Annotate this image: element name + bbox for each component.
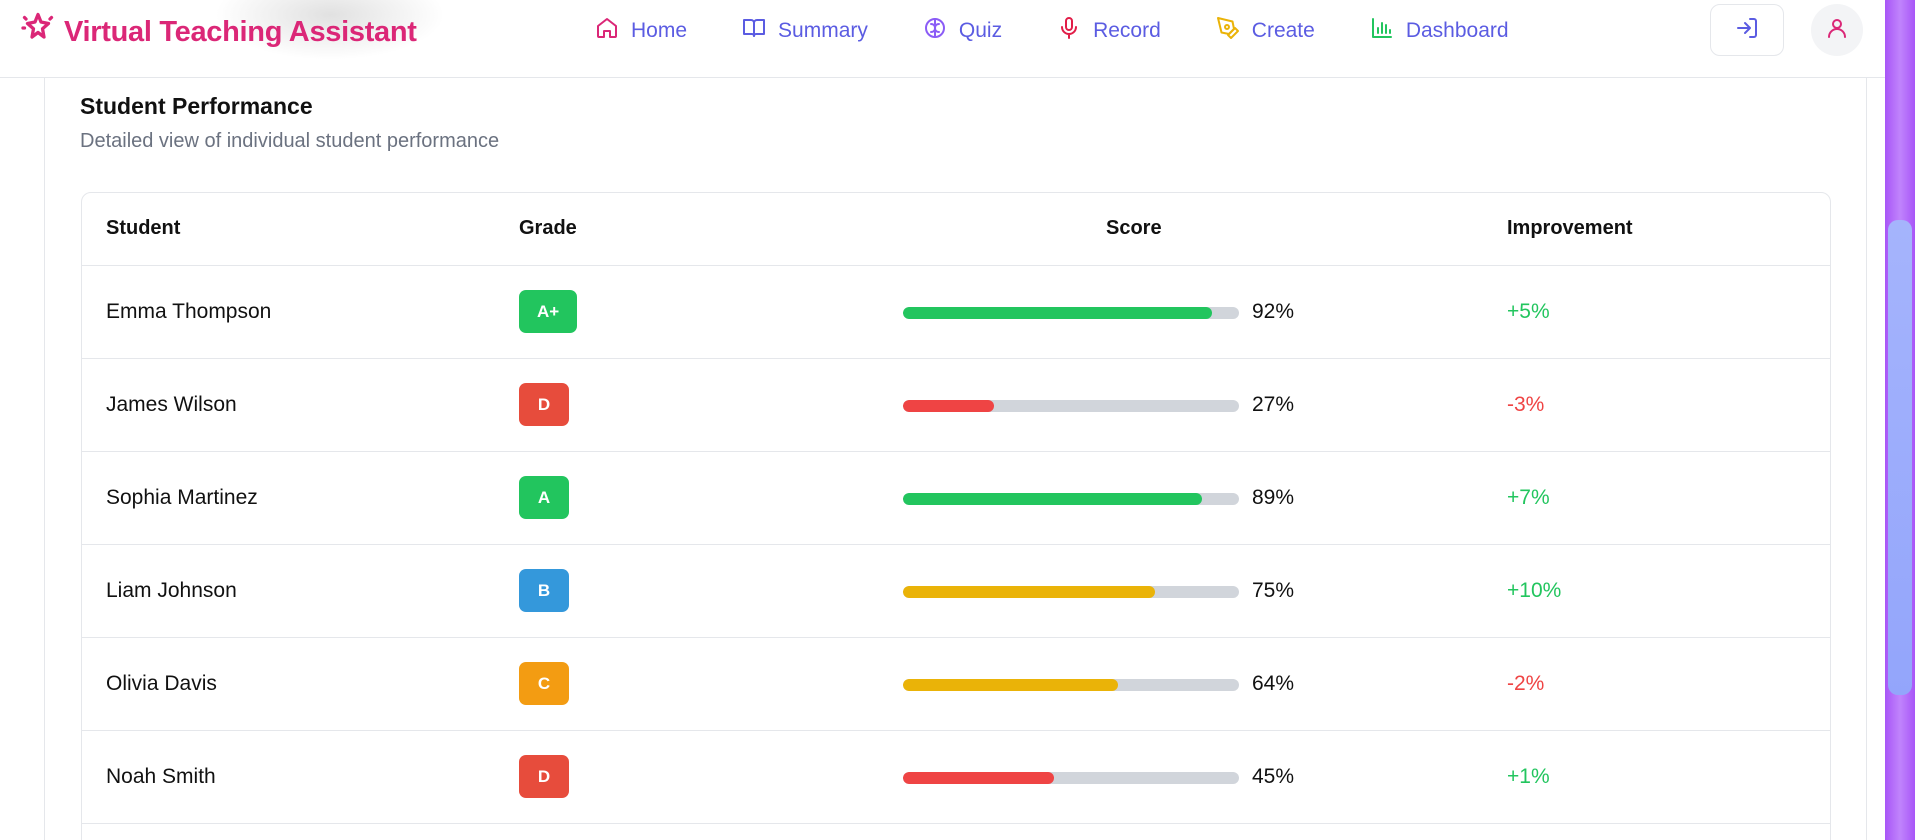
nav-create[interactable]: Create [1216,16,1315,46]
section-subtitle: Detailed view of individual student perf… [80,130,500,152]
score-bar-fill [903,586,1155,598]
grade-badge: D [519,755,569,798]
student-name: Olivia Davis [106,672,217,695]
score-percent: 75% [1252,579,1295,602]
sparkles-icon [20,10,56,54]
student-name: James Wilson [106,393,237,416]
score-bar-track [903,679,1239,691]
home-icon [595,16,619,46]
grade-badge: A+ [519,290,578,333]
score-percent: 45% [1252,765,1295,788]
table-row: Liam Johnson B 75% +10% [82,545,1830,638]
log-in-icon [1735,16,1759,45]
score-bar-fill [903,493,1203,505]
nav-dashboard[interactable]: Dashboard [1370,16,1509,46]
score-percent: 89% [1252,486,1295,509]
microphone-icon [1057,16,1081,46]
header-grade: Grade [519,217,577,239]
grade-badge: A [519,476,569,519]
pen-tool-icon [1216,16,1240,46]
bar-chart-icon [1370,16,1394,46]
score-bar-fill [903,400,994,412]
improvement-value: +7% [1507,486,1550,509]
book-open-icon [742,16,766,46]
main-nav: Home Summary Quiz Record Create Dashboar… [595,14,1509,48]
grade-badge: B [519,569,569,612]
score-percent: 64% [1252,672,1295,695]
table-row: Olivia Davis C 64% -2% [82,638,1830,731]
nav-create-label: Create [1251,19,1315,42]
score-bar-track [903,307,1239,319]
improvement-value: +5% [1507,300,1550,323]
header-score: Score [1106,217,1162,239]
student-name: Emma Thompson [106,300,272,323]
student-name: Noah Smith [106,765,216,788]
section-title: Student Performance [80,93,313,119]
nav-dashboard-label: Dashboard [1405,19,1509,42]
score-percent: 27% [1252,393,1295,416]
brain-icon [923,16,947,46]
grade-badge: C [519,662,569,705]
table-row: Sophia Martinez A 89% +7% [82,452,1830,545]
nav-quiz[interactable]: Quiz [923,16,1002,46]
login-button[interactable] [1710,4,1784,56]
improvement-value: +10% [1507,579,1562,602]
nav-record-label: Record [1093,19,1161,42]
nav-summary-label: Summary [778,19,868,42]
score-bar-fill [903,679,1119,691]
top-navigation-bar: Virtual Teaching Assistant Home Summary … [0,0,1885,78]
scrollbar-thumb[interactable] [1888,220,1912,695]
brand-logo-link[interactable]: Virtual Teaching Assistant [20,12,417,52]
nav-home[interactable]: Home [595,16,687,46]
improvement-value: -3% [1507,393,1545,416]
nav-home-label: Home [631,19,688,42]
nav-quiz-label: Quiz [958,19,1003,42]
header-improvement: Improvement [1507,217,1633,239]
user-profile-button[interactable] [1811,4,1863,56]
score-bar-track [903,400,1239,412]
nav-record[interactable]: Record [1057,16,1161,46]
user-icon [1825,16,1849,45]
table-row: Emma Thompson A+ 92% +5% [82,266,1830,359]
score-bar-track [903,772,1239,784]
student-name: Liam Johnson [106,579,237,602]
table-row: James Wilson D 27% -3% [82,359,1830,452]
table-header: Student Grade Score Improvement [82,193,1830,266]
table-row: Noah Smith D 45% +1% [82,731,1830,824]
score-bar-track [903,586,1239,598]
score-bar-fill [903,772,1055,784]
nav-summary[interactable]: Summary [742,16,868,46]
score-bar-track [903,493,1239,505]
brand-name: Virtual Teaching Assistant [64,15,417,48]
score-bar-fill [903,307,1213,319]
grade-badge: D [519,383,569,426]
header-student: Student [106,217,181,239]
student-performance-table: Student Grade Score Improvement Emma Tho… [81,192,1831,840]
student-name: Sophia Martinez [106,486,258,509]
score-percent: 92% [1252,300,1295,323]
improvement-value: -2% [1507,672,1545,695]
improvement-value: +1% [1507,765,1550,788]
